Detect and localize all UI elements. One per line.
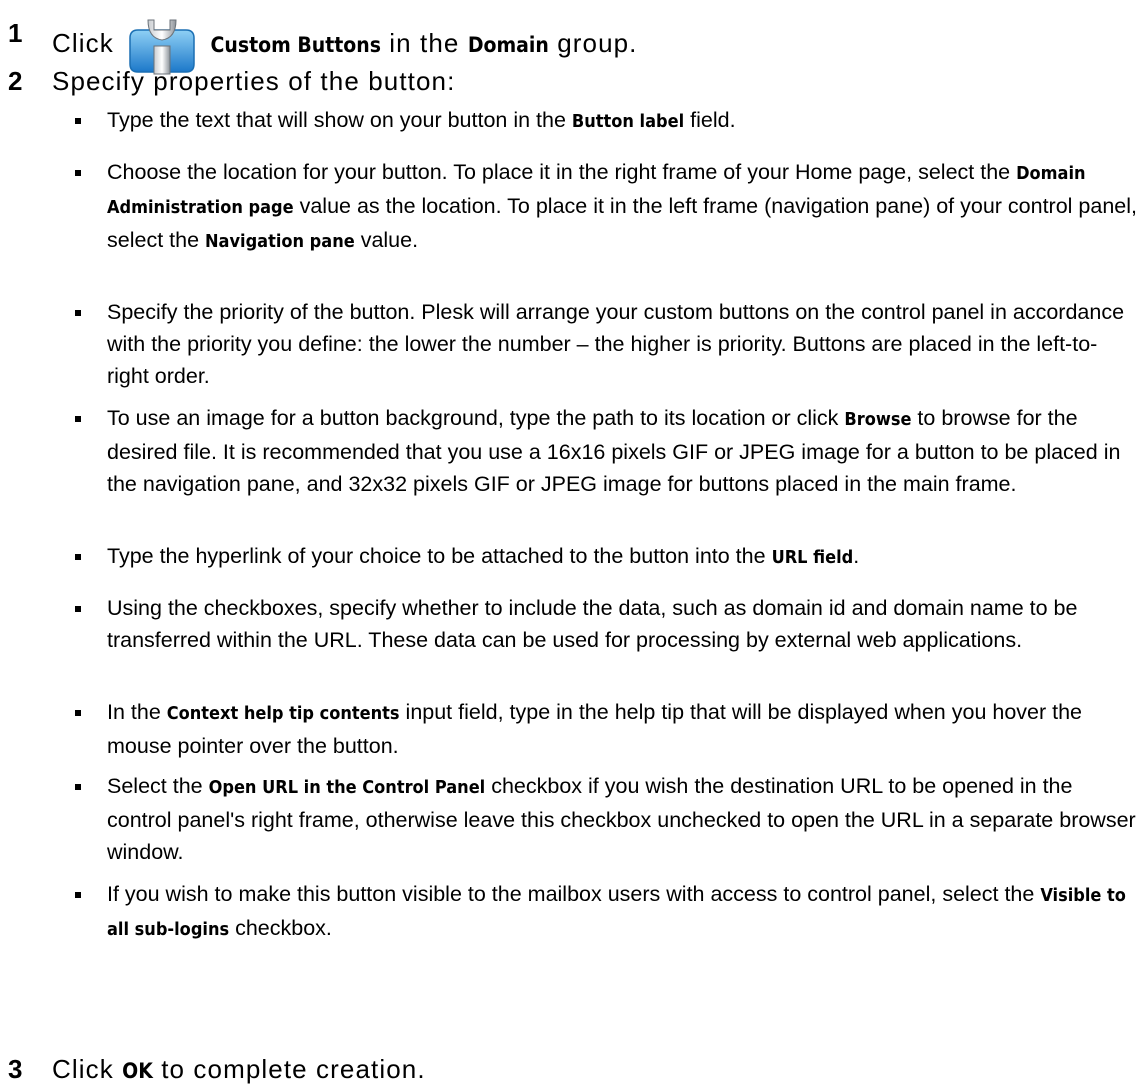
bullet-marker: [75, 170, 81, 176]
step-number: 2: [8, 66, 23, 96]
bullet-marker: [75, 310, 81, 316]
domain-group-label: Domain: [467, 33, 549, 57]
step-number: 3: [8, 1054, 23, 1084]
step-text-part: Click: [52, 1054, 114, 1084]
step-text: Click OK to complete creation.: [52, 1052, 426, 1088]
bullet-marker: [75, 710, 81, 716]
step-text-part: in the: [389, 28, 460, 58]
bullet-marker: [75, 892, 81, 898]
bullet-marker: [75, 554, 81, 560]
step-text-part: group.: [557, 28, 638, 58]
step-text-part: Click: [52, 28, 114, 58]
step-text-part: to complete creation.: [161, 1054, 426, 1084]
bullet-marker: [75, 118, 81, 124]
bullet-marker: [75, 416, 81, 422]
bullet-marker: [75, 784, 81, 790]
instruction-document: 1 Click Custom Buttons in the Domain gro…: [0, 0, 1139, 1090]
step-text: Specify properties of the button:: [52, 66, 456, 96]
step-number: 1: [8, 18, 23, 48]
custom-buttons-label: Custom Buttons: [210, 33, 381, 57]
ok-label: OK: [122, 1059, 153, 1083]
bullet-marker: [75, 606, 81, 612]
